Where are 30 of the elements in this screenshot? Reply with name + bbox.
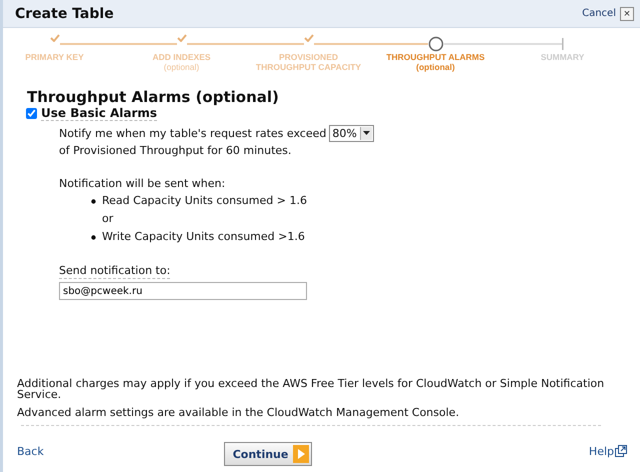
threshold-dropdown[interactable]: 80%	[329, 124, 374, 142]
bullet-icon	[91, 198, 96, 204]
help-link[interactable]: Help	[588, 444, 627, 458]
step-label: ADD INDEXES	[152, 52, 211, 62]
step-label: THROUGHPUT ALARMS	[386, 52, 485, 62]
condition-intro: Notification will be sent when:	[59, 176, 226, 192]
external-link-icon	[615, 445, 627, 457]
step-label: PRIMARY KEY	[25, 52, 84, 62]
continue-button[interactable]: Continue	[224, 442, 312, 466]
window-title: Create Table	[15, 6, 114, 22]
notify-text: of Provisioned Throughput for 60 minutes.	[59, 143, 292, 159]
condition-text: Write Capacity Units consumed >1.6	[102, 229, 305, 245]
note-text: Advanced alarm settings are available in the CloudWatch Management Console.	[17, 407, 460, 418]
checkbox-label: Use Basic Alarms	[41, 106, 158, 121]
email-field[interactable]: sbo@pcweek.ru	[59, 282, 307, 300]
notify-text: Notify me when my table's request rates exceed	[59, 126, 326, 140]
field-label: Send notification to:	[59, 263, 170, 279]
section-heading: Throughput Alarms (optional)	[27, 88, 280, 106]
checkbox[interactable]	[26, 108, 37, 119]
condition-text: Read Capacity Units consumed > 1.6	[102, 193, 307, 209]
step-sublabel: (optional)	[416, 62, 455, 72]
close-button[interactable]: ×	[620, 6, 634, 20]
condition-text: or	[101, 211, 114, 227]
step-label: PROVISIONED THROUGHPUT CAPACITY	[254, 52, 362, 72]
note-text: Additional charges may apply if you exceed the AWS Free Tier levels for CloudWatch or Simple Notification Service.	[17, 378, 606, 400]
back-link[interactable]: Back	[17, 444, 44, 458]
bullet-icon	[91, 234, 96, 240]
cancel-link[interactable]: Cancel	[582, 8, 616, 19]
step-sublabel: (optional)	[164, 62, 200, 72]
dropdown-arrow-icon	[362, 131, 370, 135]
